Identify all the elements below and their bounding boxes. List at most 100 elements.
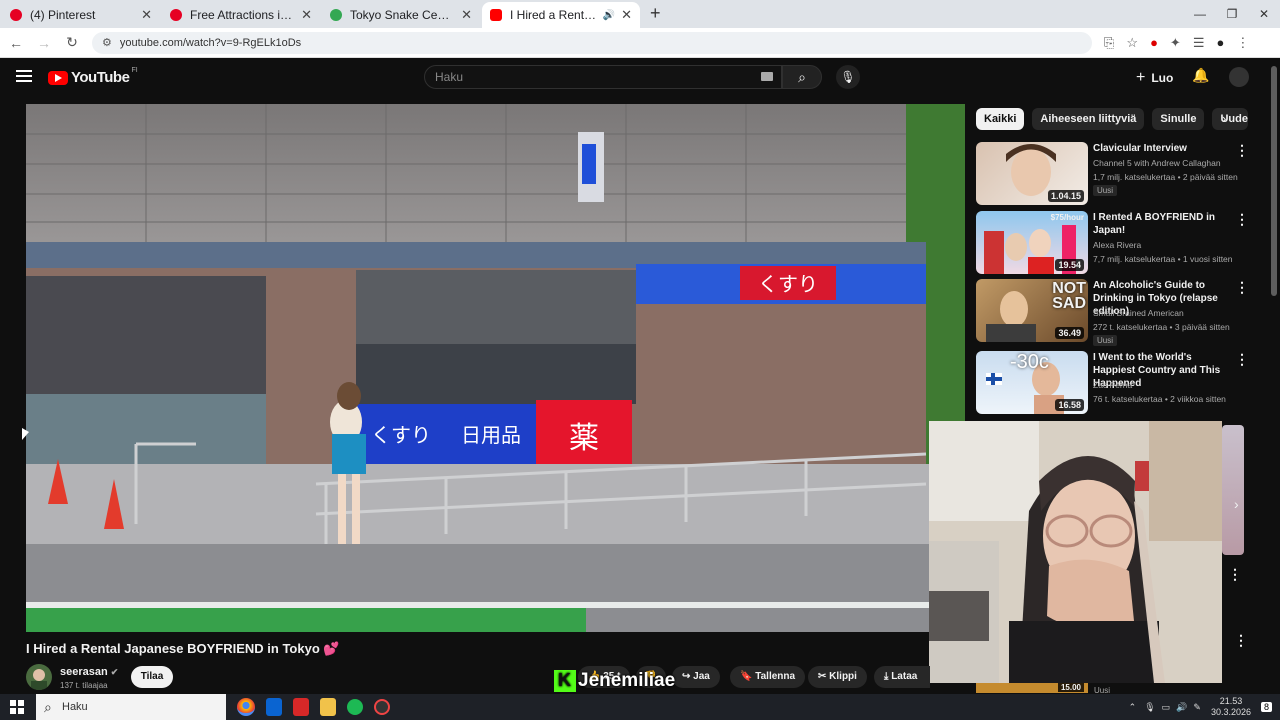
more-options-icon[interactable]: ⋮ — [1228, 566, 1242, 583]
video-player[interactable]: くすり くすり 日用品 薬 — [26, 104, 965, 632]
channel-avatar[interactable] — [26, 664, 52, 690]
browser-tab-active[interactable]: I Hired a Rental Japanese B 🔊 ✕ — [482, 2, 640, 28]
outlook-icon[interactable] — [266, 698, 282, 716]
page-scrollbar[interactable] — [1271, 66, 1277, 296]
restore-icon[interactable]: ❐ — [1216, 0, 1248, 28]
browser-tab[interactable]: Tokyo Snake Center ~Cafe & Sh ✕ — [322, 2, 480, 28]
share-button[interactable]: ↪ Jaa — [672, 666, 720, 688]
close-tab-icon[interactable]: ✕ — [621, 7, 632, 23]
rec-channel[interactable]: Small Brained American — [1093, 308, 1184, 318]
tray-chevron-icon[interactable]: ⌃ — [1129, 702, 1137, 713]
chip-all[interactable]: Kaikki — [976, 108, 1025, 130]
back-icon[interactable]: ← — [4, 35, 28, 51]
video-thumbnail[interactable]: -30c 16.58 — [976, 351, 1088, 414]
browser-tab[interactable]: Free Attractions in Tokyo Itiner ✕ — [162, 2, 320, 28]
file-explorer-icon[interactable] — [320, 698, 336, 716]
forward-icon[interactable]: → — [32, 35, 56, 51]
volume-icon[interactable]: 🔊 — [1176, 702, 1187, 713]
video-thumbnail[interactable]: 1.04.15 — [976, 142, 1088, 205]
download-button[interactable]: ⤓ Lataa — [874, 666, 930, 688]
more-options-icon[interactable]: ⋮ — [1235, 351, 1249, 368]
chip-new[interactable]: Uudet l — [1212, 108, 1249, 130]
channel-name[interactable]: seerasan ✔ — [60, 666, 118, 678]
close-tab-icon[interactable]: ✕ — [301, 7, 312, 23]
subscriber-count: 137 t. tilaajaa — [60, 681, 108, 690]
hamburger-menu-icon[interactable] — [16, 70, 32, 82]
system-clock[interactable]: 21.53 30.3.2026 — [1211, 696, 1251, 718]
close-window-icon[interactable]: ✕ — [1248, 0, 1280, 28]
chip-related[interactable]: Aiheeseen liittyviä — [1032, 108, 1145, 130]
rec-title[interactable]: I Rented A BOYFRIEND in Japan! — [1093, 211, 1233, 237]
more-options-icon[interactable]: ⋮ — [1235, 142, 1249, 159]
verified-icon: ✔ — [110, 667, 119, 677]
speaker-icon[interactable]: 🔊 — [603, 10, 615, 21]
webcam-image — [929, 421, 1222, 683]
network-icon[interactable]: ▭ — [1162, 702, 1171, 713]
rec-title[interactable]: Clavicular Interview — [1093, 142, 1233, 155]
close-tab-icon[interactable]: ✕ — [461, 7, 472, 23]
video-thumbnail[interactable]: NOT SAD 36.49 — [976, 279, 1088, 342]
video-frame: くすり くすり 日用品 薬 — [26, 104, 965, 632]
recommendation-card[interactable]: -30c 16.58 I Went to the World's Happies… — [976, 351, 1266, 415]
keyboard-icon[interactable] — [761, 72, 773, 81]
more-options-icon[interactable]: ⋮ — [1235, 211, 1249, 228]
chip-for-you[interactable]: Sinulle — [1152, 108, 1205, 130]
browser-tab[interactable]: (4) Pinterest ✕ — [2, 2, 160, 28]
create-button[interactable]: + Luo — [1136, 67, 1173, 89]
voice-search-button[interactable]: 🎙 — [836, 65, 860, 89]
opera-extension-icon[interactable]: ● — [1150, 35, 1158, 50]
reading-list-icon[interactable]: ☰ — [1193, 35, 1205, 51]
account-avatar[interactable] — [1229, 67, 1249, 87]
extensions-icon[interactable]: ✦ — [1170, 35, 1181, 51]
profile-avatar-icon[interactable]: ● — [1216, 35, 1224, 50]
recommendation-card[interactable]: 1.04.15 Clavicular Interview Channel 5 w… — [976, 142, 1266, 206]
site-info-icon[interactable]: ⚙ — [102, 36, 112, 49]
app-l-icon[interactable] — [293, 698, 309, 716]
rec-meta: 272 t. katselukertaa • 3 päivää sitten — [1093, 322, 1230, 332]
download-label: Lataa — [891, 671, 918, 682]
close-tab-icon[interactable]: ✕ — [141, 7, 152, 23]
save-button[interactable]: 🔖 Tallenna — [730, 666, 806, 688]
more-options-icon[interactable]: ⋮ — [1235, 279, 1249, 296]
carousel-next-icon[interactable]: › — [1234, 496, 1239, 512]
streaming-app-icon[interactable] — [374, 699, 390, 715]
spotify-icon[interactable] — [347, 699, 363, 715]
share-label: Jaa — [693, 671, 710, 682]
new-tab-icon[interactable]: + — [650, 3, 661, 24]
tab-title: (4) Pinterest — [30, 8, 96, 22]
pen-icon[interactable]: ✎ — [1193, 702, 1201, 713]
menu-kebab-icon[interactable]: ⋮ — [1236, 35, 1249, 51]
chevron-right-icon[interactable]: › — [1222, 111, 1226, 126]
youtube-header: YouTube FI Haku ⌕ 🎙 + Luo 🔔 — [0, 58, 1280, 98]
youtube-icon — [490, 9, 502, 21]
notification-center-icon[interactable]: 8 — [1260, 702, 1272, 712]
clock-date: 30.3.2026 — [1210, 707, 1251, 717]
bookmark-star-icon[interactable]: ☆ — [1126, 35, 1138, 51]
recommendation-card[interactable]: NOT SAD 36.49 An Alcoholic's Guide to Dr… — [976, 279, 1266, 346]
partial-thumbnail[interactable]: 15.00 — [976, 683, 1088, 693]
address-bar: ← → ↻ ⚙ youtube.com/watch?v=9-RgELk1oDs … — [0, 28, 1280, 58]
url-field[interactable]: ⚙ youtube.com/watch?v=9-RgELk1oDs — [92, 31, 1092, 54]
rec-channel[interactable]: Zac Perna — [1093, 380, 1132, 390]
youtube-logo[interactable]: YouTube FI — [48, 67, 138, 86]
rec-channel[interactable]: Channel 5 with Andrew Callaghan — [1093, 158, 1221, 168]
taskbar-search-input[interactable]: Haku — [36, 694, 226, 720]
clip-button[interactable]: ✂ Klippi — [808, 666, 867, 688]
microphone-icon[interactable]: 🎙 — [1144, 702, 1155, 713]
subscribe-button[interactable]: Tilaa — [131, 666, 173, 688]
install-app-icon[interactable]: ⎘ — [1104, 35, 1114, 51]
rec-channel[interactable]: Alexa Rivera — [1093, 240, 1141, 250]
windows-start-icon[interactable] — [10, 700, 24, 714]
clip-label: Klippi — [829, 671, 857, 682]
partial-thumbnail[interactable] — [1222, 425, 1244, 555]
more-options-icon[interactable]: ⋮ — [1234, 632, 1248, 649]
notifications-bell-icon[interactable]: 🔔 — [1192, 67, 1209, 84]
video-thumbnail[interactable]: $75/hour 19.54 — [976, 211, 1088, 274]
logo-text: YouTube — [71, 69, 130, 86]
chrome-icon[interactable] — [237, 698, 255, 716]
reload-icon[interactable]: ↻ — [60, 34, 84, 51]
search-input[interactable]: Haku — [424, 65, 782, 89]
recommendation-card[interactable]: $75/hour 19.54 I Rented A BOYFRIEND in J… — [976, 211, 1266, 275]
search-button[interactable]: ⌕ — [782, 65, 822, 89]
minimize-icon[interactable]: — — [1184, 0, 1216, 28]
